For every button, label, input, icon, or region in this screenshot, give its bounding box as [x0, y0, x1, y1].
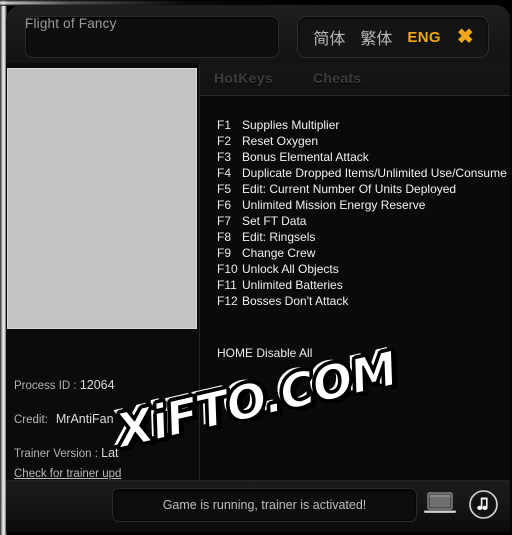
cheat-hotkey: F8 — [217, 230, 232, 244]
cheat-hotkey: F9 — [217, 246, 232, 260]
cheat-hotkey: F1 — [217, 118, 232, 132]
cheat-row[interactable]: F2 Reset Oxygen — [200, 134, 510, 150]
cheat-hotkey: F11 — [217, 278, 237, 292]
tab-cheats[interactable]: Cheats — [313, 70, 361, 86]
process-id-row: Process ID : 12064 — [14, 378, 199, 392]
check-for-update-link[interactable]: Check for trainer upd — [14, 468, 121, 480]
close-icon[interactable]: ✖ — [455, 27, 476, 47]
cheat-label: Unlock All Objects — [242, 262, 339, 276]
cheat-row[interactable]: F10 Unlock All Objects — [200, 262, 510, 278]
cheat-row[interactable]: F12 Bosses Don't Attack — [200, 294, 510, 310]
status-message-pill: Game is running, trainer is activated! — [112, 488, 417, 522]
cheat-label: Duplicate Dropped Items/Unlimited Use/Co… — [242, 166, 507, 180]
cheat-label: Supplies Multiplier — [242, 118, 340, 132]
cheat-hotkey: F12 — [217, 294, 238, 308]
tab-hotkeys[interactable]: HotKeys — [214, 70, 273, 86]
cheat-hotkey: F4 — [217, 166, 232, 180]
cheat-hotkey: F10 — [217, 262, 238, 276]
cheat-label: Unlimited Mission Energy Reserve — [242, 198, 426, 212]
cheat-label: Unlimited Batteries — [242, 278, 343, 292]
cheat-label: Bonus Elemental Attack — [242, 150, 369, 164]
credit-value: MrAntiFan — [55, 412, 114, 426]
language-selector: 简体 繁体 ENG ✖ — [297, 16, 489, 58]
tab-bar: HotKeys Cheats — [200, 63, 510, 96]
title-bar: Flight of Fancy 简体 繁体 ENG ✖ — [6, 5, 510, 63]
cheat-hotkey: F6 — [217, 198, 232, 212]
right-panel: HotKeys Cheats F1 Supplies Multiplier F2 Re… — [200, 63, 510, 480]
cheat-label: Set FT Data — [242, 214, 307, 228]
credit-row: Credit: MrAntiFan — [14, 412, 199, 426]
cheat-label: Change Crew — [242, 246, 316, 260]
cheat-hotkey: F3 — [217, 150, 232, 164]
window-body: Flight of Fancy 简体 繁体 ENG ✖ Process ID :… — [6, 5, 510, 532]
cheat-row[interactable]: F4 Duplicate Dropped Items/Unlimited Use/… — [200, 166, 510, 182]
lang-option-english[interactable]: ENG — [404, 28, 443, 47]
cheat-label: Edit: Ringsels — [242, 230, 316, 244]
left-panel: Process ID : 12064 Credit: MrAntiFan Trai… — [6, 63, 199, 480]
cheat-row[interactable]: F5 Edit: Current Number Of Units Deployed — [200, 182, 510, 198]
cheat-label: Edit: Current Number Of Units Deployed — [242, 182, 457, 196]
process-id-label: Process ID : — [14, 380, 80, 392]
disable-all-hotkey: HOME Disable All — [217, 346, 313, 360]
music-note-icon[interactable] — [469, 490, 498, 519]
cheat-row[interactable]: F9 Change Crew — [200, 246, 510, 262]
cheat-row[interactable]: F7 Set FT Data — [200, 214, 510, 230]
game-cover-image — [7, 68, 197, 329]
cheat-row[interactable]: F1 Supplies Multiplier — [200, 118, 510, 134]
laptop-icon[interactable] — [424, 492, 456, 517]
status-bar: Game is running, trainer is activated! — [6, 480, 510, 532]
cheat-row[interactable]: F3 Bonus Elemental Attack — [200, 150, 510, 166]
trainer-version-label: Trainer Version : — [14, 448, 102, 460]
cheat-row[interactable]: F6 Unlimited Mission Energy Reserve — [200, 198, 510, 214]
trainer-window: Flight of Fancy 简体 繁体 ENG ✖ Process ID :… — [0, 0, 512, 535]
trainer-version-value: Lat — [101, 446, 119, 460]
trainer-info-block: Process ID : 12064 Credit: MrAntiFan Trai… — [14, 378, 199, 482]
cheat-label: Reset Oxygen — [242, 134, 319, 148]
game-title-text: Flight of Fancy — [25, 16, 117, 31]
cheat-hotkey: F2 — [217, 134, 232, 148]
status-message-text: Game is running, trainer is activated! — [162, 498, 367, 512]
cheat-list: F1 Supplies Multiplier F2 Reset Oxygen F3 Bon… — [200, 118, 510, 310]
process-id-value: 12064 — [79, 378, 115, 392]
cheat-label: Bosses Don't Attack — [242, 294, 349, 308]
cheat-hotkey: F7 — [217, 214, 232, 228]
lang-option-simplified[interactable]: 简体 — [310, 24, 348, 50]
lang-option-traditional[interactable]: 繁体 — [357, 24, 395, 50]
credit-label: Credit: — [14, 414, 48, 426]
cheat-row[interactable]: F11 Unlimited Batteries — [200, 278, 510, 294]
cheat-row[interactable]: F8 Edit: Ringsels — [200, 230, 510, 246]
cheat-hotkey: F5 — [217, 182, 232, 196]
trainer-version-row: Trainer Version : Lat — [14, 446, 199, 460]
